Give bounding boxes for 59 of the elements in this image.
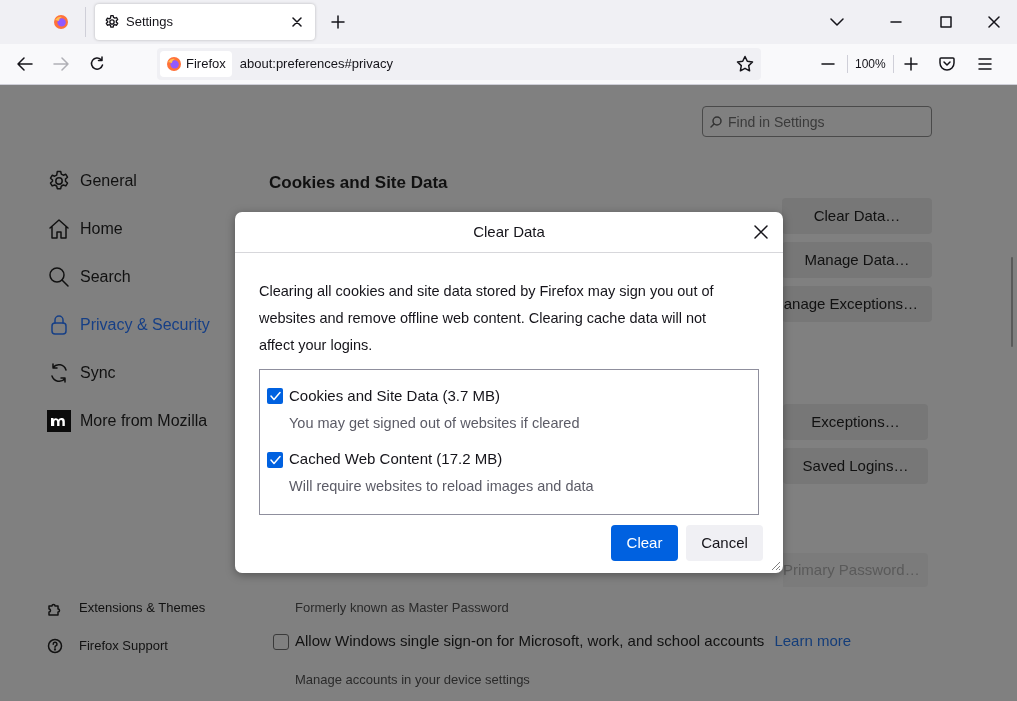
close-icon[interactable] [292, 17, 302, 27]
action-button[interactable]: Manage Data… [782, 242, 932, 278]
reload-icon[interactable] [89, 56, 105, 72]
sidebar-link[interactable]: Extensions & Themes [47, 589, 240, 627]
action-button[interactable]: Exceptions… [783, 404, 928, 440]
learn-more-link[interactable]: Learn more [774, 630, 852, 653]
new-tab-icon[interactable] [331, 15, 345, 29]
identity-badge[interactable]: Firefox [160, 51, 232, 77]
sidebar-item[interactable]: More from Mozilla [47, 397, 240, 445]
action-button[interactable]: anage Exceptions… [782, 286, 932, 322]
firefox-logo-icon [53, 14, 69, 30]
maximize-icon[interactable] [940, 16, 952, 28]
close-icon[interactable] [754, 225, 768, 239]
checkbox-label[interactable]: Allow Windows single sign-on for Microsoft, work, and school accounts [295, 630, 765, 653]
search-field[interactable]: Find in Settings [702, 106, 932, 137]
url-text: about:preferences#privacy [239, 55, 394, 74]
browser-tab[interactable]: Settings [95, 4, 315, 40]
firefox-logo-icon [166, 56, 182, 72]
scrollbar-thumb[interactable] [1011, 257, 1013, 347]
checkbox-label[interactable]: Cookies and Site Data (3.7 MB) [289, 385, 500, 408]
sidebar-item[interactable]: Home [47, 205, 240, 253]
option-note: Will require websites to reload images and data [289, 476, 595, 496]
checkbox[interactable] [267, 451, 283, 468]
sidebar-link[interactable]: Firefox Support [47, 627, 240, 665]
sidebar-item[interactable]: General [47, 157, 240, 205]
checkbox[interactable] [267, 388, 283, 405]
dialog-message: Clearing all cookies and site data stored by Firefox may sign you out of websites and remove offline web content. Clearing cache data will not affect your logins. [259, 282, 715, 355]
pocket-icon[interactable] [938, 57, 955, 71]
resize-grip-icon[interactable] [769, 559, 781, 571]
menu-icon[interactable] [977, 58, 992, 70]
sidebar-item[interactable]: Sync [47, 349, 240, 397]
check-icon [269, 454, 281, 465]
gear-icon [104, 14, 120, 30]
dialog-button[interactable]: Clear [611, 525, 678, 561]
mozilla-logo-icon [47, 410, 71, 432]
zoom-level[interactable]: 100% [855, 55, 886, 73]
back-arrow-icon[interactable] [17, 57, 33, 71]
search-icon [710, 116, 722, 128]
checkbox-label[interactable]: Cached Web Content (17.2 MB) [289, 448, 503, 471]
zoom-in-icon[interactable] [903, 57, 918, 71]
section-heading: Cookies and Site Data [269, 172, 449, 194]
option-note: Manage accounts in your device settings [295, 670, 531, 689]
option-note: Formerly known as Master Password [295, 599, 510, 617]
help-icon [47, 638, 63, 654]
option-note: You may get signed out of websites if cleared [289, 413, 581, 433]
dialog-button[interactable]: Cancel [686, 525, 763, 561]
dialog-title: Clear Data [473, 221, 545, 242]
search-icon [47, 265, 71, 289]
sidebar-item[interactable]: Search [47, 253, 240, 301]
check-icon [269, 391, 281, 402]
tab-list-icon[interactable] [830, 18, 844, 26]
close-icon[interactable] [988, 16, 1000, 28]
address-bar[interactable]: Firefox about:preferences#privacy [157, 48, 761, 80]
checkbox[interactable] [273, 633, 289, 650]
sidebar-item[interactable]: Privacy & Security [47, 301, 240, 349]
bookmark-star-icon[interactable] [736, 55, 754, 73]
action-button[interactable]: Clear Data… [782, 198, 932, 234]
action-button[interactable]: Saved Logins… [783, 448, 928, 484]
home-icon [47, 217, 71, 241]
